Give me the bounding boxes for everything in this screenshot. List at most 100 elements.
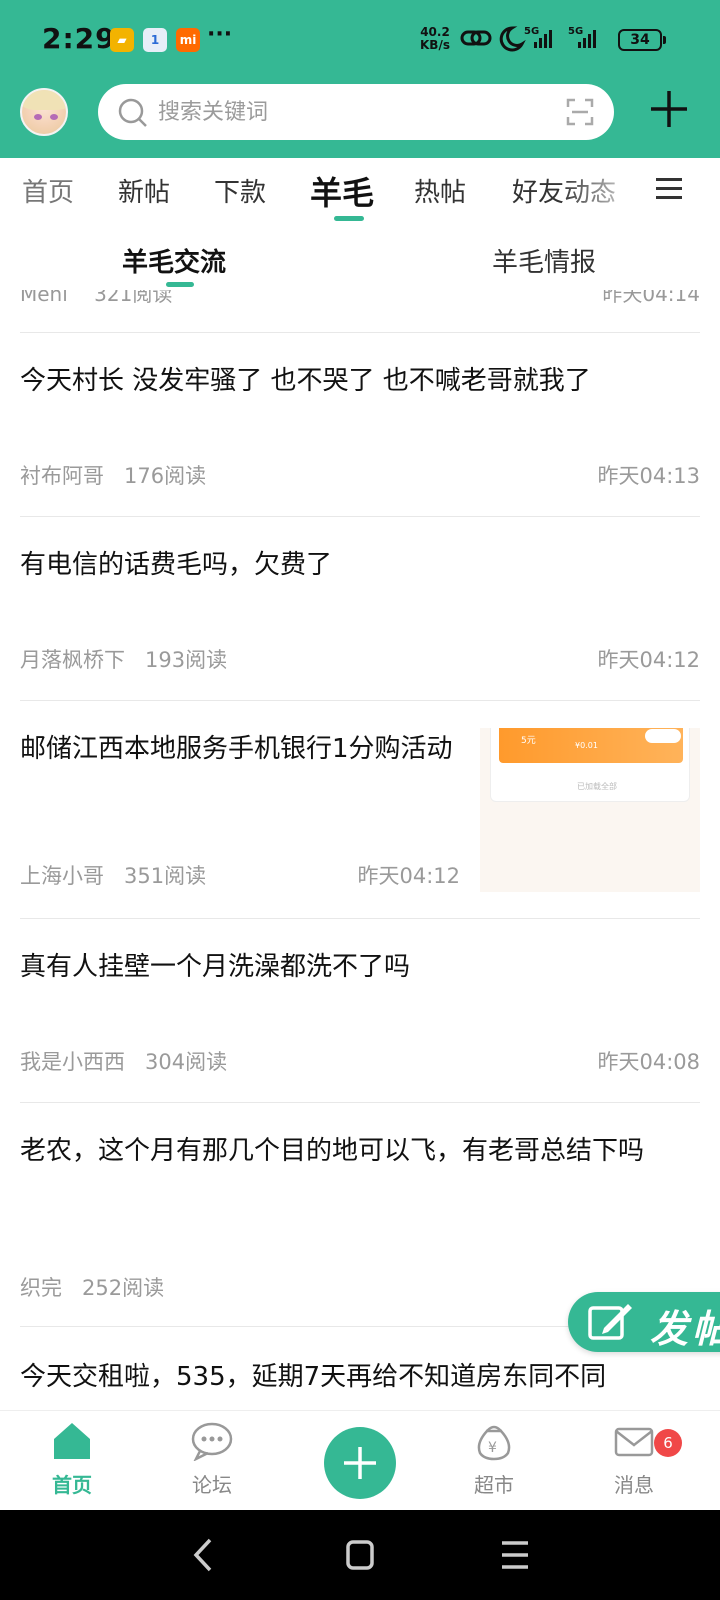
post-time: 昨天04:08: [597, 1050, 700, 1074]
search-bar[interactable]: [98, 84, 614, 140]
notes-app-icon: ▰: [110, 28, 134, 52]
battery-indicator: 34: [618, 29, 666, 51]
tab-wool[interactable]: 羊毛: [310, 168, 374, 214]
create-post-label: 发帖: [650, 1307, 720, 1351]
notification-app-icon: 1: [143, 28, 167, 52]
nav-messages-label: 消息: [614, 1473, 654, 1497]
divider: [20, 1102, 700, 1103]
thumb-text: 已加载全部: [577, 782, 617, 791]
nav-market[interactable]: ¥ 超市: [444, 1421, 544, 1498]
plus-icon: [344, 1447, 376, 1479]
post-title[interactable]: 有电信的话费毛吗，欠费了: [20, 544, 700, 586]
search-input[interactable]: [158, 94, 538, 130]
post-time: 昨天04:12: [357, 864, 460, 888]
tab-home[interactable]: 首页: [22, 172, 74, 209]
post-meta: 月落枫桥下 193阅读: [20, 644, 227, 674]
post-author[interactable]: 织完: [20, 1276, 62, 1300]
divider: [20, 918, 700, 919]
svg-text:5G: 5G: [568, 26, 583, 37]
signal-2-icon: 5G: [568, 26, 596, 48]
moon-icon: [499, 26, 526, 52]
post-author[interactable]: 我是小西西: [20, 1050, 125, 1074]
list-item[interactable]: 真有人挂壁一个月洗澡都洗不了吗 我是小西西 304阅读 昨天04:08: [20, 946, 700, 1076]
home-icon: [54, 1423, 90, 1459]
create-post-button[interactable]: 发帖: [568, 1292, 720, 1352]
post-reads: 321阅读: [94, 290, 173, 306]
nav-create-button[interactable]: [324, 1427, 396, 1499]
divider: [20, 700, 700, 701]
post-title[interactable]: 邮储江西本地服务手机银行1分购活动: [20, 728, 460, 770]
edit-icon: [588, 1304, 632, 1340]
nav-home[interactable]: 首页: [22, 1421, 122, 1498]
divider: [20, 516, 700, 517]
status-bar: 2:29 ▰ 1 mi ··· 40.2 KB/s 5G 5G 34: [0, 0, 720, 80]
post-author[interactable]: 上海小哥: [20, 864, 104, 888]
user-avatar[interactable]: [20, 88, 68, 136]
nav-forum-label: 论坛: [192, 1473, 232, 1497]
recents-icon: [502, 1541, 528, 1569]
add-icon[interactable]: [648, 88, 690, 130]
subtab-wool-exchange[interactable]: 羊毛交流: [122, 242, 226, 279]
nav-forum[interactable]: 论坛: [162, 1421, 262, 1498]
search-icon: [118, 98, 147, 127]
subtab-wool-intel[interactable]: 羊毛情报: [492, 242, 596, 279]
link-icon: [460, 30, 492, 46]
tab-hot[interactable]: 热帖: [414, 172, 466, 209]
bottom-nav: 首页 论坛 ¥ 超市 消息 6: [0, 1410, 720, 1510]
active-tab-indicator: [334, 216, 364, 221]
scan-icon[interactable]: [566, 98, 594, 126]
post-reads: 252阅读: [82, 1276, 165, 1300]
post-author[interactable]: 衬布阿哥: [20, 464, 104, 488]
svg-text:5G: 5G: [524, 26, 539, 37]
more-notifications-icon: ···: [207, 22, 233, 47]
tab-new[interactable]: 新帖: [118, 172, 170, 209]
money-bag-icon: ¥: [477, 1425, 511, 1461]
message-badge: 6: [654, 1429, 682, 1457]
post-title[interactable]: 今天交租啦，535，延期7天再给不知道房东同不同: [20, 1356, 700, 1390]
svg-text:¥: ¥: [488, 1440, 497, 1456]
status-icons: 5G 5G: [460, 26, 596, 52]
thumb-text: ¥0.01: [575, 741, 598, 750]
mi-app-icon: mi: [176, 28, 200, 52]
post-meta: 衬布阿哥 176阅读: [20, 460, 206, 490]
post-meta: 上海小哥 351阅读: [20, 860, 206, 890]
post-author: Meni: [20, 290, 68, 306]
sub-tabs: 羊毛交流 羊毛情报: [0, 226, 720, 290]
list-item[interactable]: 今天村长 没发牢骚了 也不哭了 也不喊老哥就我了 衬布阿哥 176阅读 昨天04:…: [20, 360, 700, 490]
post-title[interactable]: 今天村长 没发牢骚了 也不哭了 也不喊老哥就我了: [20, 360, 700, 402]
nav-market-label: 超市: [474, 1473, 514, 1497]
post-author[interactable]: 月落枫桥下: [20, 648, 125, 672]
post-feed: Meni 321阅读 昨天04:14 今天村长 没发牢骚了 也不哭了 也不喊老哥…: [0, 290, 720, 1390]
app-header: 2:29 ▰ 1 mi ··· 40.2 KB/s 5G 5G 34: [0, 0, 720, 158]
nav-home-label: 首页: [52, 1473, 92, 1497]
mail-icon: [614, 1427, 654, 1457]
network-speed: 40.2 KB/s: [420, 26, 450, 52]
menu-icon[interactable]: [656, 176, 684, 202]
tab-fade: [560, 158, 640, 218]
signal-1-icon: 5G: [524, 26, 552, 48]
post-time: 昨天04:12: [597, 648, 700, 672]
system-nav-bar: [0, 1510, 720, 1600]
post-title[interactable]: 老农，这个月有那几个目的地可以飞，有老哥总结下吗: [20, 1130, 700, 1172]
post-time: 昨天04:14: [602, 290, 700, 306]
thumb-text: 5元: [521, 736, 536, 746]
home-square-icon: [346, 1540, 374, 1570]
category-tabs: 首页 新帖 下款 羊毛 热帖 好友动态: [0, 158, 720, 224]
status-time: 2:29: [42, 22, 116, 55]
post-reads: 176阅读: [124, 464, 207, 488]
list-item[interactable]: 今天交租啦，535，延期7天再给不知道房东同不同: [20, 1356, 700, 1390]
post-meta: 我是小西西 304阅读: [20, 1046, 227, 1076]
post-reads: 193阅读: [145, 648, 228, 672]
post-meta: 织完 252阅读: [20, 1272, 164, 1302]
chat-bubble-icon: [191, 1422, 233, 1462]
list-item[interactable]: 有电信的话费毛吗，欠费了 月落枫桥下 193阅读 昨天04:12: [20, 544, 700, 674]
tab-loan[interactable]: 下款: [214, 172, 266, 209]
post-thumbnail[interactable]: 5元 ¥0.01 已加载全部: [480, 728, 700, 892]
list-item[interactable]: Meni 321阅读 昨天04:14: [20, 290, 700, 308]
network-speed-unit: KB/s: [420, 38, 450, 52]
list-item[interactable]: 老农，这个月有那几个目的地可以飞，有老哥总结下吗 织完 252阅读: [20, 1130, 700, 1300]
post-time: 昨天04:13: [597, 464, 700, 488]
post-reads: 304阅读: [145, 1050, 228, 1074]
post-title[interactable]: 真有人挂壁一个月洗澡都洗不了吗: [20, 946, 700, 988]
divider: [20, 332, 700, 333]
